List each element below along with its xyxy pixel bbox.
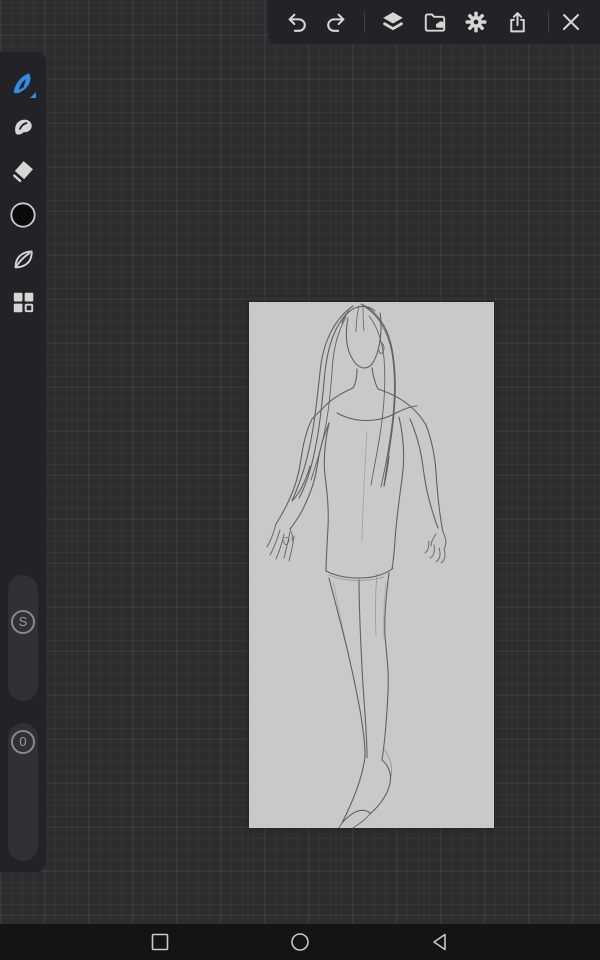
share-icon	[505, 10, 530, 35]
drawing-canvas[interactable]	[249, 302, 494, 828]
back-button[interactable]	[429, 931, 451, 953]
home-button[interactable]	[289, 931, 311, 953]
eraser-icon	[9, 157, 37, 185]
leaf-brush-tool[interactable]	[3, 239, 43, 279]
left-toolbar: S 0	[0, 52, 46, 872]
redo-button[interactable]	[317, 4, 353, 40]
undo-icon	[285, 10, 310, 35]
import-image-button[interactable]	[417, 4, 453, 40]
back-triangle-icon	[429, 931, 451, 953]
layers-grid-tool[interactable]	[3, 282, 43, 322]
eraser-tool[interactable]	[3, 151, 43, 191]
layers-grid-icon	[10, 289, 36, 315]
brush-size-knob[interactable]: S	[11, 610, 35, 634]
submenu-indicator	[30, 92, 36, 98]
figure-sketch	[249, 302, 494, 828]
toolbar-separator	[548, 11, 549, 33]
settings-gear-icon	[463, 9, 489, 35]
android-navigation-bar	[0, 924, 600, 960]
layers-button[interactable]	[375, 4, 411, 40]
drawing-app-screen: { "app": { "title": "Drawing App Canvas"…	[0, 0, 600, 960]
smudge-icon	[9, 113, 37, 141]
settings-button[interactable]	[458, 4, 494, 40]
redo-icon	[323, 10, 348, 35]
toolbar-separator	[364, 11, 365, 33]
leaf-icon	[10, 246, 37, 273]
close-button[interactable]	[553, 4, 589, 40]
layers-icon	[380, 9, 406, 35]
recents-square-icon	[149, 931, 171, 953]
share-button[interactable]	[499, 4, 535, 40]
undo-button[interactable]	[279, 4, 315, 40]
paint-brush-tool-active[interactable]	[3, 63, 43, 103]
smudge-tool[interactable]	[3, 107, 43, 147]
brush-opacity-knob[interactable]: 0	[11, 730, 35, 754]
close-icon	[559, 10, 583, 34]
home-circle-icon	[289, 931, 311, 953]
color-swatch[interactable]	[3, 195, 43, 235]
brush-opacity-slider[interactable]: 0	[8, 723, 38, 861]
color-swatch-icon	[9, 201, 37, 229]
brush-size-slider[interactable]: S	[8, 575, 38, 701]
recents-button[interactable]	[149, 931, 171, 953]
import-image-icon	[422, 9, 448, 35]
top-toolbar	[268, 0, 600, 44]
brush-opacity-label: 0	[19, 734, 26, 749]
brush-size-label: S	[19, 614, 28, 629]
